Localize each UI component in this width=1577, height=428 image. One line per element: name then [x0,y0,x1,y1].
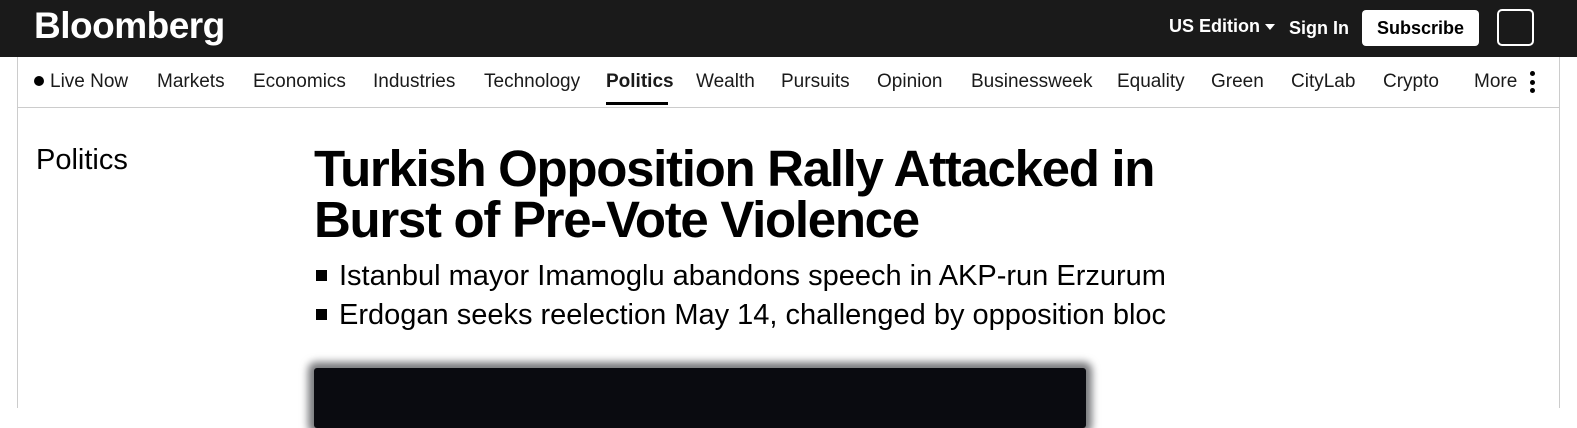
bullet-square-icon [316,270,327,281]
edition-selector[interactable]: US Edition [1169,15,1275,37]
nav-item-industries[interactable]: Industries [373,71,455,93]
nav-item-green[interactable]: Green [1211,71,1264,93]
nav-item-technology[interactable]: Technology [484,71,580,93]
nav-item-equality[interactable]: Equality [1117,71,1185,93]
edition-label: US Edition [1169,16,1260,36]
nav-item-more[interactable]: More [1474,71,1517,93]
more-vertical-icon[interactable] [1528,71,1536,93]
nav-item-pursuits[interactable]: Pursuits [781,71,850,93]
summary-bullet-text: Istanbul mayor Imamoglu abandons speech … [339,260,1166,292]
menu-icon[interactable] [1497,9,1534,46]
bloomberg-logo[interactable]: Bloomberg [34,4,225,48]
nav-item-citylab[interactable]: CityLab [1291,71,1355,93]
nav-item-label: Live Now [50,71,129,92]
article-headline: Turkish Opposition Rally Attacked in Bur… [314,140,1155,248]
article-summary: Istanbul mayor Imamoglu abandons speech … [315,257,1166,335]
live-dot-icon [34,76,44,86]
nav-item-opinion[interactable]: Opinion [877,71,943,93]
active-tab-indicator [606,102,668,105]
subscribe-button[interactable]: Subscribe [1362,10,1479,46]
nav-item-live-now[interactable]: Live Now [34,71,128,93]
top-bar: Bloomberg US Edition Sign In Subscribe [0,0,1577,57]
sign-in-link[interactable]: Sign In [1289,17,1349,39]
nav-item-markets[interactable]: Markets [157,71,225,93]
section-label[interactable]: Politics [36,143,128,177]
nav-item-crypto[interactable]: Crypto [1383,71,1439,93]
summary-bullet: Erdogan seeks reelection May 14, challen… [315,296,1166,335]
nav-item-businessweek[interactable]: Businessweek [971,71,1092,93]
nav-item-economics[interactable]: Economics [253,71,346,93]
nav-item-wealth[interactable]: Wealth [696,71,755,93]
section-nav: Live Now Markets Economics Industries Te… [17,57,1560,108]
summary-bullet-text: Erdogan seeks reelection May 14, challen… [339,299,1167,331]
nav-item-politics[interactable]: Politics [606,71,674,93]
bullet-square-icon [316,309,327,320]
chevron-down-icon [1265,24,1275,30]
hero-image [314,368,1086,428]
summary-bullet: Istanbul mayor Imamoglu abandons speech … [315,257,1166,296]
